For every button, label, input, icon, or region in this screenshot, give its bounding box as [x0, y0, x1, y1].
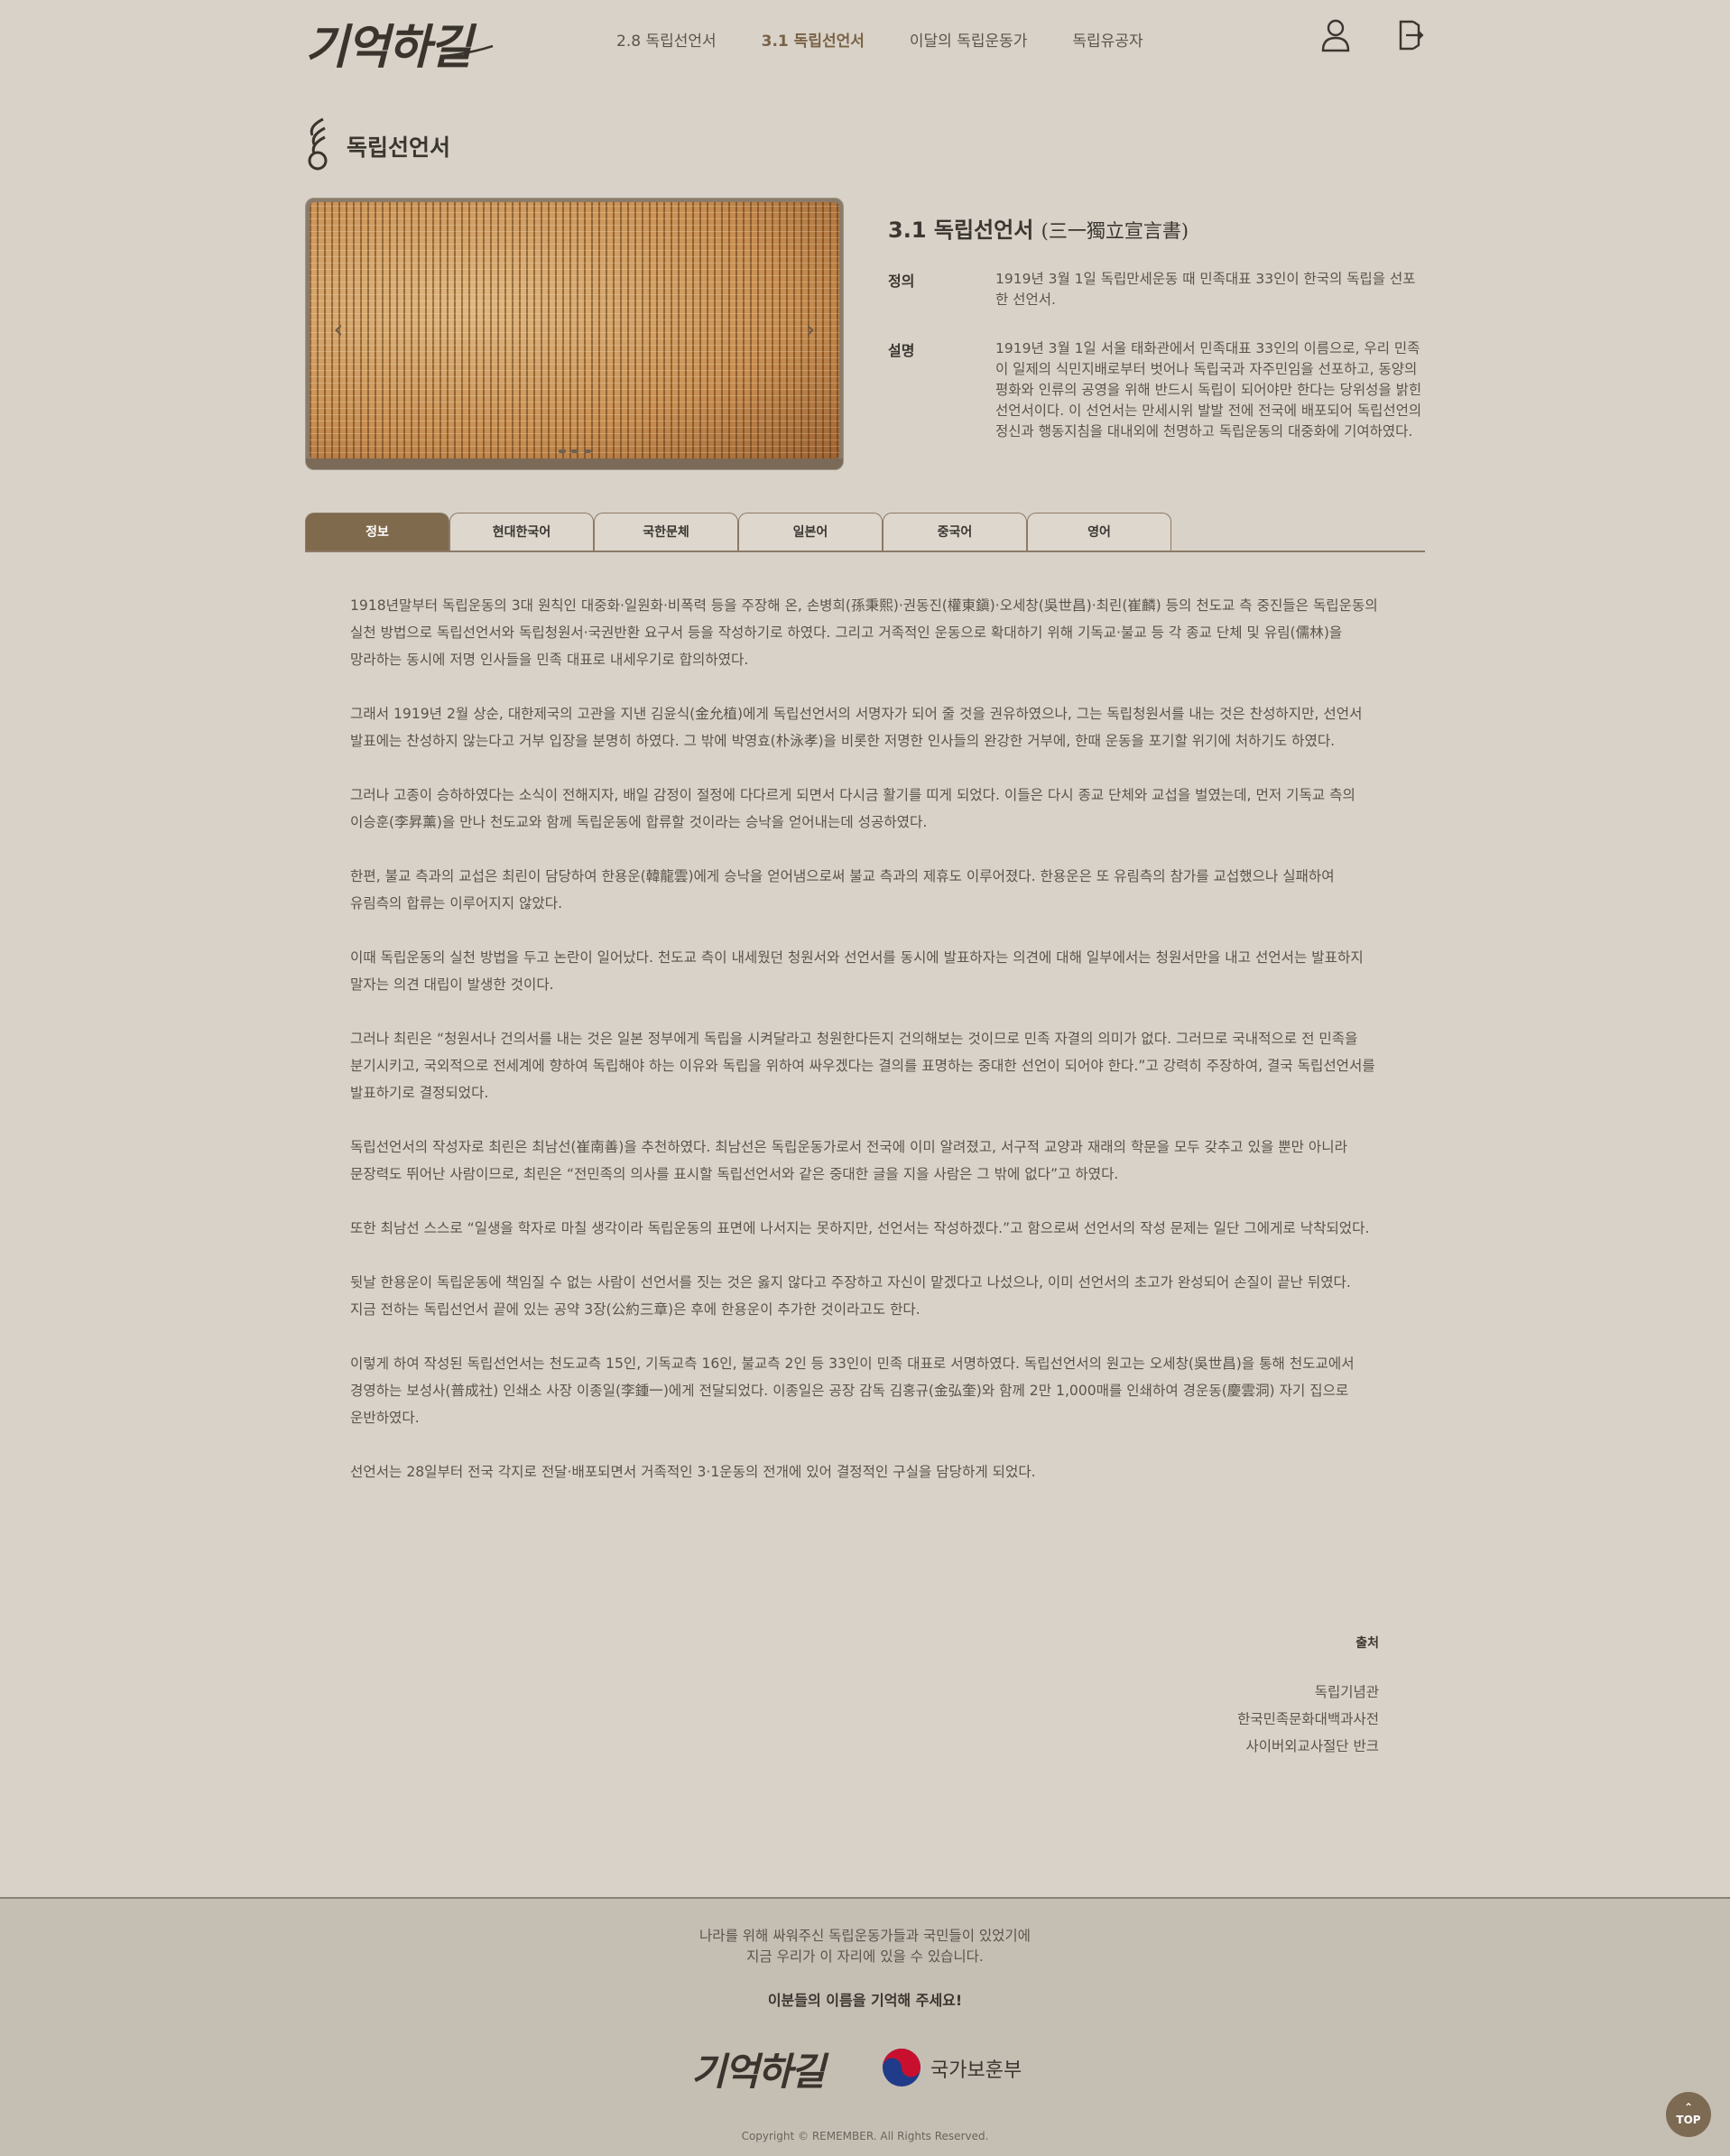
site-logo[interactable]: 기억하길 [305, 9, 494, 77]
site-footer: 나라를 위해 싸워주신 독립운동가들과 국민들이 있었기에 지금 우리가 이 자… [0, 1897, 1730, 2156]
nav-item-28-declaration[interactable]: 2.8 독립선언서 [616, 28, 717, 51]
footer-message-line: 나라를 위해 싸워주신 독립운동가들과 국민들이 있었기에 [699, 1928, 1031, 1944]
tab-chinese[interactable]: 중국어 [883, 513, 1027, 551]
source-item: 독립기념관 [1314, 1684, 1379, 1700]
source-label: 출처 [1355, 1636, 1379, 1651]
carousel-dot[interactable] [570, 449, 578, 453]
article-paragraph: 또한 최남선 스스로 “일생을 학자로 마칠 생각이라 독립운동의 표면에 나서… [350, 1220, 1370, 1236]
carousel-bottom-bar [306, 458, 843, 469]
carousel-dot[interactable] [558, 449, 566, 453]
declaration-title-text: 3.1 독립선언서 [888, 217, 1034, 243]
declaration-title: 3.1 독립선언서 (三一獨立宣言書) [888, 212, 1189, 244]
image-carousel[interactable]: ‹ › [305, 198, 844, 470]
section-mark-icon [308, 117, 328, 171]
nav-item-31-declaration[interactable]: 3.1 독립선언서 [762, 28, 865, 51]
definition-label: 정의 [888, 273, 915, 290]
source-item: 사이버외교사절단 반크 [1245, 1738, 1379, 1754]
top-button-label: TOP [1676, 2114, 1701, 2126]
article-paragraph: 1918년말부터 독립운동의 3대 원칙인 대중화·일원화·비폭력 등을 주장해… [350, 597, 1378, 668]
nav-item-patriots[interactable]: 독립유공자 [1072, 28, 1143, 51]
user-icon[interactable] [1320, 18, 1351, 52]
description-label: 설명 [888, 342, 915, 359]
scroll-top-button[interactable]: ⌃ TOP [1666, 2092, 1711, 2137]
article-paragraph: 그러나 최린은 “청원서나 건의서를 내는 것은 일본 정부에게 독립을 시켜달… [350, 1031, 1375, 1101]
tab-info[interactable]: 정보 [305, 513, 449, 551]
definition-value: 1919년 3월 1일 독립만세운동 때 민족대표 33인이 한국의 독립을 선… [995, 271, 1416, 308]
declaration-title-hanja: (三一獨立宣言書) [1041, 220, 1189, 242]
footer-logos: 기억하길 국가보훈부 [691, 2041, 1052, 2096]
article-paragraph: 한편, 불교 측과의 교섭은 최린이 담당하여 한용운(韓龍雲)에게 승낙을 얻… [350, 868, 1335, 911]
article-paragraph: 이때 독립운동의 실천 방법을 두고 논란이 일어났다. 천도교 측이 내세웠던… [350, 949, 1364, 993]
carousel-prev-icon[interactable]: ‹ [328, 316, 349, 343]
copyright: Copyright © REMEMBER. All Rights Reserve… [741, 2130, 989, 2142]
article-paragraph: 이렇게 하여 작성된 독립선언서는 천도교측 15인, 기독교측 16인, 불교… [350, 1356, 1355, 1426]
page-title: 독립선언서 [347, 134, 451, 161]
chevron-up-icon: ⌃ [1683, 2101, 1694, 2114]
footer-site-logo: 기억하길 [691, 2050, 826, 2094]
tab-english[interactable]: 영어 [1027, 513, 1171, 551]
logo-swoosh-icon [441, 45, 494, 58]
footer-message-line: 지금 우리가 이 자리에 있을 수 있습니다. [746, 1948, 984, 1965]
source-list: 독립기념관 한국민족문화대백과사전 사이버외교사절단 반크 [1237, 1679, 1379, 1760]
article-paragraph: 선언서는 28일부터 전국 각지로 전달·배포되면서 거족적인 3·1운동의 전… [350, 1464, 1036, 1480]
article-paragraph: 뒷날 한용운이 독립운동에 책임질 수 없는 사람이 선언서를 짓는 것은 옳지… [350, 1274, 1351, 1318]
language-tabs: 정보 현대한국어 국한문체 일본어 중국어 영어 [305, 513, 1425, 552]
tab-mixed-script[interactable]: 국한문체 [594, 513, 738, 551]
nav-item-activist-of-month[interactable]: 이달의 독립운동가 [910, 28, 1028, 51]
article-body: 1918년말부터 독립운동의 3대 원칙인 대중화·일원화·비폭력 등을 주장해… [350, 592, 1381, 1513]
description-row: 설명 1919년 3월 1일 서울 태화관에서 민족대표 33인의 이름으로, … [888, 338, 1426, 465]
tab-modern-korean[interactable]: 현대한국어 [449, 513, 594, 551]
footer-message: 나라를 위해 싸워주신 독립운동가들과 국민들이 있었기에 지금 우리가 이 자… [0, 1926, 1730, 1967]
site-header: 기억하길 2.8 독립선언서 3.1 독립선언서 이달의 독립운동가 독립유공자 [0, 0, 1730, 81]
main-nav: 2.8 독립선언서 3.1 독립선언서 이달의 독립운동가 독립유공자 [616, 28, 1189, 51]
carousel-dot[interactable] [583, 449, 591, 453]
article-paragraph: 그러나 고종이 승하하였다는 소식이 전해지자, 배일 감정이 절정에 다다르게… [350, 787, 1355, 830]
declaration-document-image [310, 202, 839, 459]
carousel-dots [306, 449, 843, 453]
definition-row: 정의 1919년 3월 1일 독립만세운동 때 민족대표 33인이 한국의 독립… [888, 269, 1426, 314]
footer-call-to-action: 이분들의 이름을 기억해 주세요! [767, 1992, 963, 2009]
article-paragraph: 그래서 1919년 2월 상순, 대한제국의 고관을 지낸 김윤식(金允植)에게… [350, 706, 1363, 749]
source-item: 한국민족문화대백과사전 [1237, 1711, 1379, 1727]
article-paragraph: 독립선언서의 작성자로 최린은 최남선(崔南善)을 추천하였다. 최남선은 독립… [350, 1139, 1347, 1182]
carousel-next-icon[interactable]: › [800, 316, 821, 343]
logout-icon[interactable] [1395, 18, 1426, 52]
mpva-logo-text: 국가보훈부 [930, 2059, 1022, 2082]
tab-japanese[interactable]: 일본어 [738, 513, 883, 551]
description-value: 1919년 3월 1일 서울 태화관에서 민족대표 33인의 이름으로, 우리 … [995, 340, 1422, 440]
taegeuk-emblem-icon [883, 2049, 921, 2087]
